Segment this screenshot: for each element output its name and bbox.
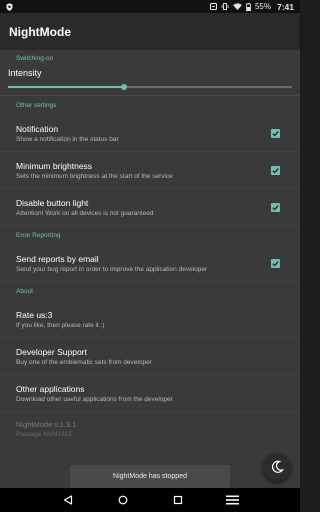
slider-thumb[interactable] — [121, 84, 128, 90]
app-bar: NightMode — [0, 13, 300, 50]
status-bar: 55% 7:41 — [0, 0, 300, 13]
back-icon — [63, 495, 72, 505]
shield-icon — [6, 2, 13, 11]
pref-other-applications[interactable]: Other applications Download other useful… — [0, 375, 300, 412]
pref-summary: Show a notification in the status bar — [16, 135, 119, 143]
pref-summary: Attention! Work on all devices is not gu… — [16, 209, 154, 217]
version-info: NightMode v.1.3.1 Package NVM1615 — [0, 412, 300, 438]
package-text: Package NVM1615 — [16, 431, 73, 438]
menu-button[interactable] — [222, 489, 244, 511]
home-icon — [118, 495, 127, 505]
section-header-other-settings: Other settings — [16, 102, 57, 109]
back-button[interactable] — [57, 489, 79, 511]
intensity-slider[interactable] — [8, 79, 292, 95]
pref-title: Disable button light — [16, 197, 89, 208]
section-header-about: About — [16, 288, 33, 295]
night-mode-fab[interactable] — [263, 453, 291, 481]
notification-checkbox[interactable] — [271, 128, 280, 138]
checkmark-icon — [272, 260, 279, 266]
checkmark-icon — [272, 204, 279, 210]
pref-summary: Buy one of the emblematic sets from deve… — [16, 358, 152, 366]
home-button[interactable] — [112, 489, 134, 511]
send-reports-checkbox[interactable] — [271, 258, 280, 268]
minimum-brightness-checkbox[interactable] — [271, 165, 280, 175]
pref-title: Rate us:3 — [16, 309, 53, 320]
battery-icon — [246, 2, 251, 11]
app-title: NightMode — [9, 24, 71, 39]
checkmark-icon — [272, 167, 279, 173]
disable-button-light-checkbox[interactable] — [271, 202, 280, 212]
clock: 7:41 — [276, 1, 294, 12]
pref-title: Developer Support — [16, 346, 87, 357]
pref-summary: If you like, then please rate it :) — [16, 321, 105, 329]
pref-title: Send reports by email — [16, 253, 99, 264]
pref-title: Notification — [16, 123, 59, 134]
settings-list[interactable]: Switching-on Intensity Other settings No… — [0, 50, 300, 488]
pref-title: Other applications — [16, 383, 85, 394]
battery-level: 55% — [254, 2, 271, 11]
version-text: NightMode v.1.3.1 — [16, 420, 77, 429]
pref-notification[interactable]: Notification Show a notification in the … — [0, 115, 300, 152]
pref-send-reports[interactable]: Send reports by email Send your bug repo… — [0, 245, 300, 282]
section-header-error-reporting: Error Reporting — [16, 232, 61, 239]
recents-button[interactable] — [167, 489, 189, 511]
intensity-label: Intensity — [8, 67, 42, 78]
pref-title: Minimum brightness — [16, 160, 93, 171]
moon-icon — [272, 460, 284, 473]
slider-fill — [8, 86, 125, 88]
pref-summary: Download other useful applications from … — [16, 395, 173, 403]
recents-icon — [173, 495, 182, 505]
pref-minimum-brightness[interactable]: Minimum brightness Sets the minimum brig… — [0, 152, 300, 189]
wifi-icon — [233, 3, 242, 10]
pref-summary: Sets the minimum brightness at the start… — [16, 172, 173, 180]
pref-rate-us[interactable]: Rate us:3 If you like, then please rate … — [0, 301, 300, 338]
toast-message: NightMode has stopped — [70, 465, 230, 488]
vibrate-icon — [221, 3, 229, 10]
pref-disable-button-light[interactable]: Disable button light Attention! Work on … — [0, 189, 300, 226]
menu-icon — [226, 495, 239, 505]
notification-icon — [209, 3, 217, 10]
pref-summary: Send your bug report in order to improve… — [16, 265, 208, 273]
section-header-switching: Switching-on — [16, 54, 54, 62]
pref-developer-support[interactable]: Developer Support Buy one of the emblema… — [0, 338, 300, 375]
checkmark-icon — [272, 130, 279, 136]
navigation-bar — [0, 488, 300, 512]
